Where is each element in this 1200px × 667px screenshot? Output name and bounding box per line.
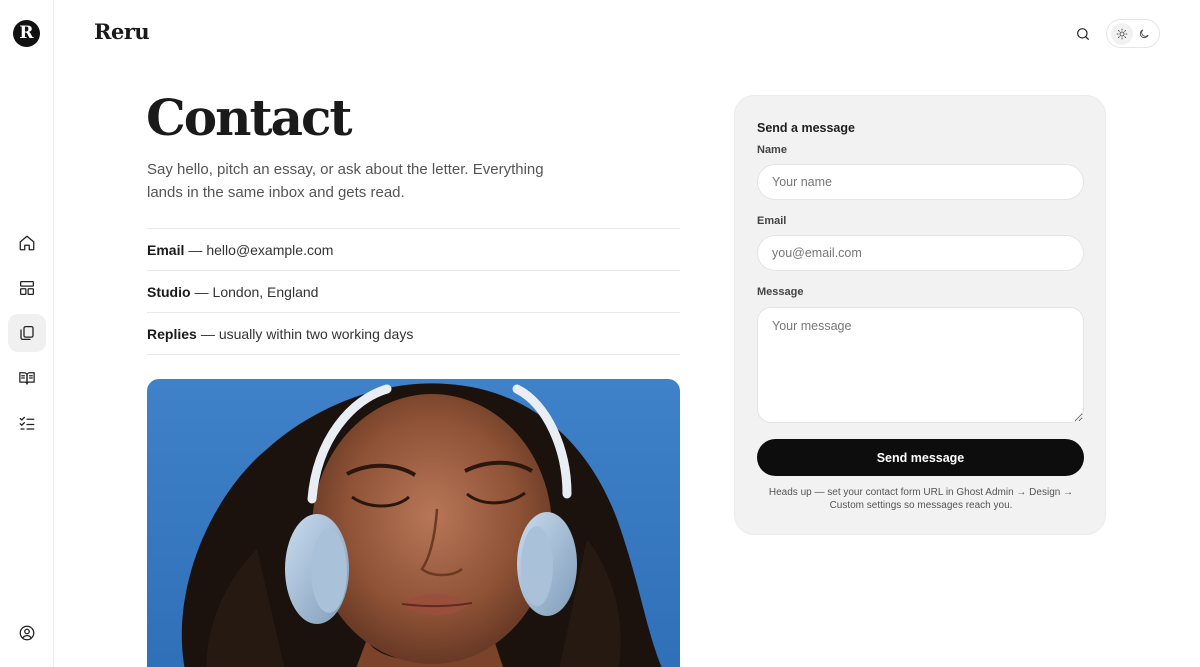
email-label: Email [757,215,787,227]
info-label: Email [147,241,185,258]
woman-with-headphones-image [147,379,680,667]
site-logo[interactable]: R [13,20,40,47]
theme-toggle[interactable] [1106,19,1160,48]
page-title: Contact [146,88,353,147]
info-row-studio: Studio — London, England [147,271,680,313]
home-icon [19,235,35,251]
name-input[interactable] [757,164,1084,200]
info-value-email[interactable]: hello@example.com [206,242,333,258]
sidebar: R [0,0,54,667]
book-open-icon [19,372,35,385]
send-message-button[interactable]: Send message [757,439,1084,476]
name-label: Name [757,144,787,156]
search-button[interactable] [1071,22,1095,46]
info-row-email: Email — hello@example.com [147,229,680,271]
info-separator: — [194,283,209,300]
contact-form-card: Send a message Name Email Message Send m… [734,95,1106,535]
contact-info-list: Email — hello@example.com Studio — London, E… [147,228,680,355]
message-label: Message [757,286,804,298]
email-input[interactable] [757,235,1084,271]
hero-photo [147,379,680,667]
sidebar-item-account[interactable] [8,614,46,652]
sidebar-item-layout[interactable] [8,269,46,307]
info-label: Studio [147,283,191,300]
user-circle-icon [19,625,35,641]
layout-icon [19,280,35,296]
sidebar-item-checklist[interactable] [8,404,46,442]
moon-icon [1139,29,1149,38]
info-separator: — [200,325,215,342]
message-textarea[interactable] [757,307,1084,423]
form-title: Send a message [757,121,855,135]
list-checks-icon [19,416,35,430]
info-separator: — [188,241,203,258]
light-mode-button[interactable] [1111,22,1133,45]
info-row-replies: Replies — usually within two working days [147,313,680,355]
info-value-studio: London, England [212,283,319,300]
sidebar-item-library[interactable] [8,359,46,397]
info-value-replies: usually within two working days [218,325,414,342]
sidebar-item-pages[interactable] [8,314,46,352]
copy-icon [20,325,34,341]
sidebar-item-home[interactable] [8,224,46,262]
dark-mode-button[interactable] [1133,23,1155,45]
site-brand[interactable]: Reru [94,19,150,44]
page-intro: Say hello, pitch an essay, or ask about … [147,161,544,201]
info-label: Replies [147,325,197,342]
sun-icon [1116,28,1128,39]
search-icon [1077,28,1089,40]
form-setup-note: Heads up — set your contact form URL in … [768,487,1074,511]
